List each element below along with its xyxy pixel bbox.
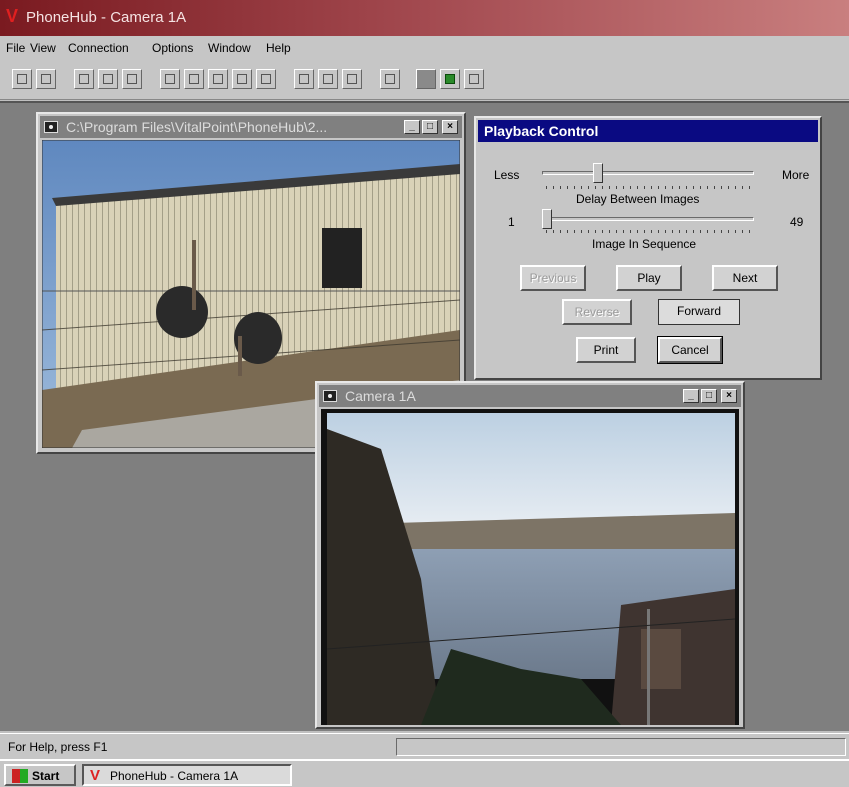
camera-window-title: Camera 1A <box>345 388 416 404</box>
camera4-icon[interactable] <box>232 69 252 89</box>
delay-caption: Delay Between Images <box>576 192 700 206</box>
context-help-icon[interactable] <box>122 69 142 89</box>
camera-window-titlebar[interactable]: Camera 1A _ □ × <box>319 385 741 407</box>
menu-file[interactable]: File <box>6 41 25 55</box>
next-button[interactable]: Next <box>712 265 778 291</box>
phone-icon[interactable] <box>380 69 400 89</box>
menu-view[interactable]: View <box>30 41 56 55</box>
start-label: Start <box>32 769 60 783</box>
start-button[interactable]: Start <box>4 764 76 786</box>
maximize-button[interactable]: □ <box>422 120 438 134</box>
camera-icon <box>323 390 337 402</box>
playback-control-dialog: Playback Control Less More Delay Between… <box>474 116 822 380</box>
status-text: For Help, press F1 <box>8 740 108 754</box>
windows-logo-icon <box>12 769 28 783</box>
image-window-titlebar[interactable]: C:\Program Files\VitalPoint\PhoneHub\2..… <box>40 116 462 138</box>
grid-icon[interactable] <box>318 69 338 89</box>
minimize-button[interactable]: _ <box>683 389 699 403</box>
status-bar: For Help, press F1 <box>0 733 849 759</box>
snapshot-icon[interactable] <box>74 69 94 89</box>
open-icon[interactable] <box>12 69 32 89</box>
delay-max-label: More <box>782 168 810 182</box>
help-icon[interactable] <box>98 69 118 89</box>
taskbar: Start V PhoneHub - Camera 1A <box>0 759 849 787</box>
camera-window: Camera 1A _ □ × <box>315 381 745 729</box>
camera2-icon[interactable] <box>184 69 204 89</box>
play-button[interactable]: Play <box>616 265 682 291</box>
forward-button[interactable]: Forward <box>658 299 740 325</box>
toolbar <box>0 60 849 100</box>
minimize-button[interactable]: _ <box>404 120 420 134</box>
image-window-title: C:\Program Files\VitalPoint\PhoneHub\2..… <box>66 119 328 135</box>
taskbar-item-phonehub[interactable]: V PhoneHub - Camera 1A <box>82 764 292 786</box>
delay-min-label: Less <box>494 168 520 182</box>
app-title-bar: V PhoneHub - Camera 1A <box>0 0 849 36</box>
status-pane <box>396 738 846 756</box>
delay-slider-track[interactable] <box>542 171 754 175</box>
menu-bar: File View Connection Options Window Help <box>0 36 849 60</box>
query-icon[interactable] <box>294 69 314 89</box>
grid2-icon[interactable] <box>342 69 362 89</box>
sequence-min-label: 1 <box>508 215 515 229</box>
menu-help[interactable]: Help <box>266 41 291 55</box>
camera5-icon[interactable] <box>256 69 276 89</box>
save-icon[interactable] <box>36 69 56 89</box>
menu-window[interactable]: Window <box>208 41 251 55</box>
delay-ticks <box>546 186 752 189</box>
taskbar-item-label: PhoneHub - Camera 1A <box>110 769 239 783</box>
menu-options[interactable]: Options <box>152 41 193 55</box>
monitor-icon[interactable] <box>440 69 460 89</box>
sequence-ticks <box>546 230 752 233</box>
app-title: PhoneHub - Camera 1A <box>26 9 187 26</box>
playback-title: Playback Control <box>478 120 818 142</box>
phonehub-v-icon: V <box>6 6 19 26</box>
previous-button[interactable]: Previous <box>520 265 586 291</box>
close-button[interactable]: × <box>721 389 737 403</box>
sequence-slider-thumb[interactable] <box>542 209 552 229</box>
reverse-button[interactable]: Reverse <box>562 299 632 325</box>
maximize-button[interactable]: □ <box>701 389 717 403</box>
sequence-max-label: 49 <box>790 215 804 229</box>
lake-camera-feed <box>321 409 739 725</box>
sequence-slider-track[interactable] <box>542 217 754 221</box>
cancel-button[interactable]: Cancel <box>657 336 723 364</box>
phonehub-v-icon: V <box>90 767 101 784</box>
camera1-icon[interactable] <box>160 69 180 89</box>
sequence-caption: Image In Sequence <box>592 237 697 251</box>
network-icon[interactable] <box>464 69 484 89</box>
camera3-icon[interactable] <box>208 69 228 89</box>
stop-icon[interactable] <box>416 69 436 89</box>
print-button[interactable]: Print <box>576 337 636 363</box>
camera-icon <box>44 121 58 133</box>
menu-connection[interactable]: Connection <box>68 41 129 55</box>
delay-slider-thumb[interactable] <box>592 163 603 183</box>
close-button[interactable]: × <box>442 120 458 134</box>
